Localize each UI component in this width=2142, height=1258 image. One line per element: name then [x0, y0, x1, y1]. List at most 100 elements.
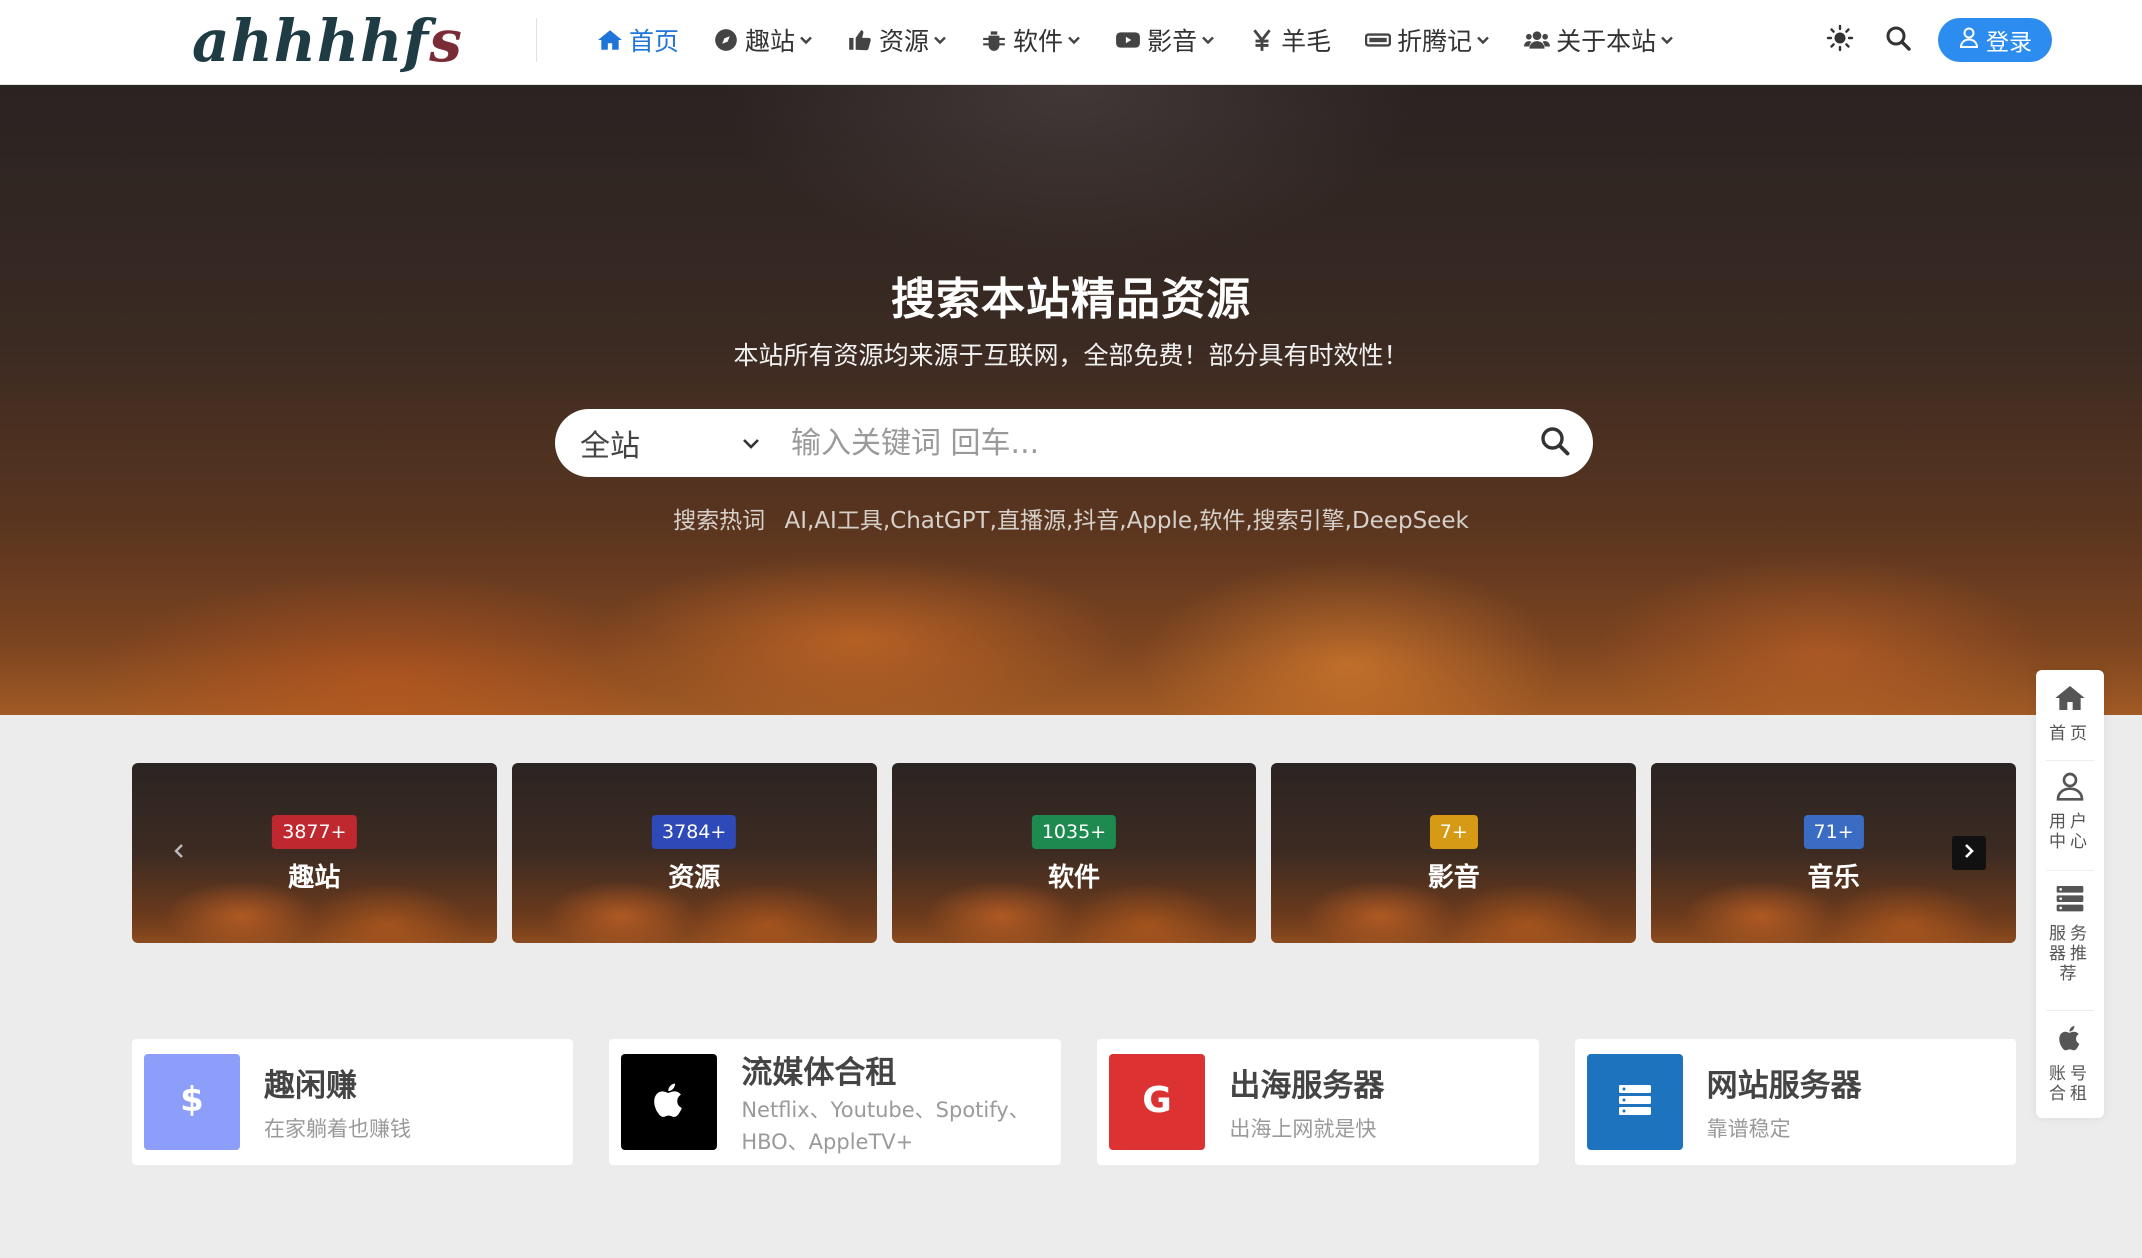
- nav-item-tinkering[interactable]: 折腾记: [1348, 0, 1507, 80]
- yen-icon: [1249, 27, 1275, 53]
- float-home-button[interactable]: 首页: [2036, 682, 2104, 744]
- nav-label: 羊毛: [1281, 27, 1332, 56]
- nav-item-software[interactable]: 软件: [964, 0, 1098, 80]
- dollar-icon: $: [170, 1078, 214, 1126]
- nav-item-fun-sites[interactable]: 趣站: [696, 0, 830, 80]
- feature-card-side-hustle[interactable]: $ 趣闲赚 在家躺着也赚钱: [132, 1039, 574, 1165]
- feature-card-overseas-server[interactable]: G 出海服务器 出海上网就是快: [1097, 1039, 1539, 1165]
- svg-text:G: G: [1143, 1080, 1173, 1121]
- float-label: 账号合租: [2049, 1064, 2091, 1104]
- float-account-share-button[interactable]: 账号合租: [2036, 1022, 2104, 1104]
- nav-item-deals[interactable]: 羊毛: [1232, 0, 1348, 80]
- nav-label: 趣站: [745, 27, 796, 56]
- home-icon: [2054, 682, 2086, 718]
- feature-description: 在家躺着也赚钱: [264, 1116, 411, 1141]
- float-divider: [2046, 1010, 2094, 1011]
- float-server-recommend-button[interactable]: 服务器推荐: [2036, 882, 2104, 984]
- sun-icon: [1826, 24, 1854, 56]
- feature-title: 流媒体合租: [741, 1054, 897, 1091]
- search-input[interactable]: [787, 409, 1517, 477]
- float-divider: [2046, 870, 2094, 871]
- category-card-media[interactable]: 7+ 影音: [1271, 763, 1637, 943]
- nav-item-about[interactable]: 关于本站: [1507, 0, 1691, 80]
- google-icon: G: [1135, 1078, 1179, 1126]
- search-scope-value: 全站: [580, 429, 640, 464]
- bug-icon: [981, 27, 1007, 53]
- header-divider: [536, 18, 537, 62]
- nav-item-home[interactable]: 首页: [580, 0, 696, 80]
- feature-title: 网站服务器: [1706, 1067, 1862, 1104]
- nav-label: 折腾记: [1397, 27, 1473, 56]
- floating-sidebar: 首页 用户中心 服务器推荐 账号合租: [2036, 670, 2104, 1118]
- user-icon: [1958, 26, 1980, 54]
- svg-text:$: $: [180, 1080, 204, 1120]
- category-card-resources[interactable]: 3784+ 资源: [511, 763, 877, 943]
- feature-icon: [621, 1054, 718, 1150]
- nav-item-resources[interactable]: 资源: [830, 0, 964, 80]
- chevron-down-icon: [1067, 33, 1081, 47]
- theme-toggle-button[interactable]: [1822, 22, 1858, 58]
- category-count-badge: 3784+: [652, 815, 737, 849]
- search-submit-button[interactable]: [1517, 409, 1593, 477]
- hot-search-label: 搜索热词: [673, 508, 766, 534]
- category-name: 影音: [1427, 863, 1480, 893]
- category-count-badge: 71+: [1803, 815, 1864, 849]
- feature-card-streaming-share[interactable]: 流媒体合租 Netflix、Youtube、Spotify、HBO、AppleT…: [609, 1039, 1062, 1165]
- chevron-down-icon: [1660, 33, 1674, 47]
- login-label: 登录: [1986, 30, 2032, 56]
- feature-icon: G: [1109, 1054, 1206, 1150]
- home-icon: [597, 27, 623, 53]
- nav-label: 首页: [629, 27, 680, 56]
- site-logo[interactable]: ahhhhfs: [192, 6, 463, 76]
- logo-text-main: ahhhhf: [192, 7, 430, 75]
- nav-item-media[interactable]: 影音: [1098, 0, 1232, 80]
- category-count-badge: 3877+: [272, 815, 357, 849]
- feature-description: 靠谱稳定: [1706, 1116, 1791, 1141]
- compass-icon: [713, 27, 739, 53]
- logo-text-tail: s: [429, 7, 463, 75]
- carousel-prev-button[interactable]: [162, 836, 196, 870]
- category-name: 资源: [668, 863, 721, 893]
- apple-icon: [647, 1078, 691, 1126]
- nav-label: 软件: [1013, 27, 1064, 56]
- float-label: 用户中心: [2049, 812, 2091, 852]
- float-user-center-button[interactable]: 用户中心: [2036, 770, 2104, 852]
- category-name: 软件: [1047, 863, 1100, 893]
- carousel-next-button[interactable]: [1951, 836, 1986, 870]
- category-card-software[interactable]: 1035+ 软件: [891, 763, 1257, 943]
- users-icon: [1524, 27, 1551, 53]
- hero-title: 搜索本站精品资源: [891, 274, 1251, 325]
- thumbs-up-icon: [847, 27, 873, 53]
- header-search-button[interactable]: [1880, 22, 1916, 58]
- nav-label: 影音: [1147, 27, 1198, 56]
- youtube-icon: [1115, 27, 1141, 53]
- category-count-badge: 7+: [1429, 815, 1478, 849]
- chevron-down-icon: [741, 426, 761, 461]
- chevron-down-icon: [933, 33, 947, 47]
- search-icon: [1884, 24, 1912, 56]
- feature-title: 出海服务器: [1229, 1067, 1385, 1104]
- feature-description: 出海上网就是快: [1229, 1116, 1377, 1141]
- hero-subtitle: 本站所有资源均来源于互联网，全部免费！部分具有时效性！: [733, 341, 1409, 370]
- search-scope-select[interactable]: 全站: [555, 409, 787, 477]
- hero-banner: 搜索本站精品资源 本站所有资源均来源于互联网，全部免费！部分具有时效性！ 全站 …: [0, 85, 2142, 715]
- chevron-right-icon: [1961, 843, 1977, 863]
- chevron-down-icon: [1201, 33, 1215, 47]
- search-box: 全站: [555, 409, 1593, 477]
- feature-card-web-server[interactable]: 网站服务器 靠谱稳定: [1574, 1039, 2016, 1165]
- feature-links: $ 趣闲赚 在家躺着也赚钱 流媒体合租 Netflix、Youtube、Spot…: [132, 1039, 2016, 1165]
- hot-search: 搜索热词 AI,AI工具,ChatGPT,直播源,抖音,Apple,软件,搜索引…: [0, 501, 2142, 535]
- category-card-fun-sites[interactable]: 3877+ 趣站: [132, 763, 497, 943]
- login-button[interactable]: 登录: [1938, 18, 2052, 62]
- category-card-music[interactable]: 71+ 音乐: [1651, 763, 2016, 943]
- float-label: 服务器推荐: [2049, 924, 2091, 984]
- keyboard-icon: [1365, 27, 1392, 53]
- feature-icon: $: [144, 1054, 240, 1150]
- hot-search-words[interactable]: AI,AI工具,ChatGPT,直播源,抖音,Apple,软件,搜索引擎,Dee…: [784, 508, 1468, 534]
- feature-icon: [1586, 1054, 1683, 1150]
- apple-icon: [2054, 1022, 2086, 1058]
- category-carousel: 3877+ 趣站 3784+ 资源 1035+ 软件 7+ 影音 71+ 音乐: [132, 763, 2016, 943]
- nav-label: 关于本站: [1556, 27, 1657, 56]
- float-divider: [2046, 760, 2094, 761]
- main-nav: 首页 趣站 资源 软件 影音 羊毛 折腾记 关于本站: [580, 0, 1691, 80]
